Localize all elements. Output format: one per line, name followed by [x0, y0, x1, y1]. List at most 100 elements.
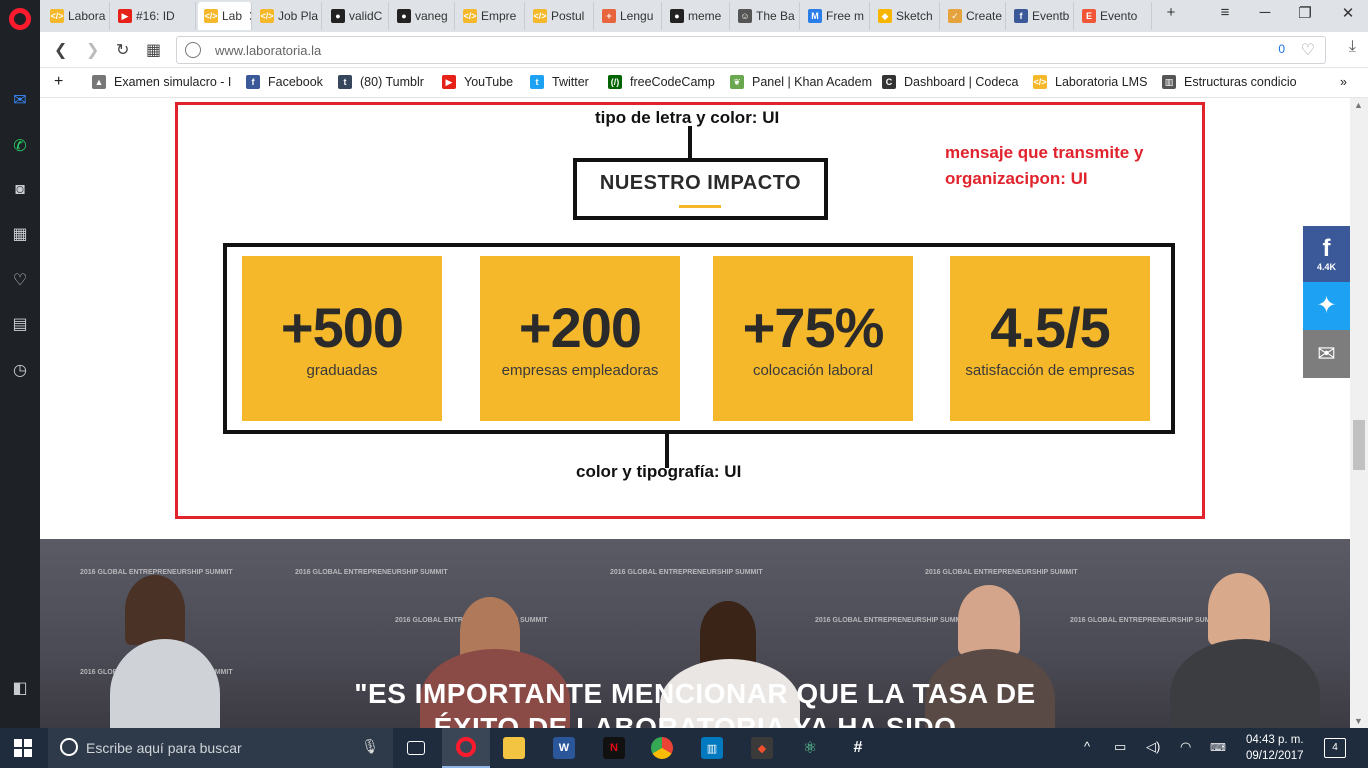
whatsapp-icon[interactable]: ✆: [8, 134, 32, 158]
summit-badge: 2016 GLOBAL ENTREPRENEURSHIP SUMMIT: [1070, 617, 1223, 624]
bookmark-item[interactable]: (/) freeCodeCamp: [608, 75, 715, 89]
url-text[interactable]: www.laboratoria.la: [215, 43, 321, 58]
bookmark-item[interactable]: t (80) Tumblr: [338, 75, 424, 89]
taskbar-search-box[interactable]: Escribe aquí para buscar 🎙: [48, 728, 393, 768]
bookmark-heart-icon[interactable]: ♡: [1301, 40, 1315, 60]
tab-menu-icon[interactable]: ≡: [1210, 4, 1240, 21]
tab-label: Lengu: [620, 9, 654, 23]
stat-card: 4.5/5 satisfacción de empresas: [950, 256, 1150, 421]
news-icon[interactable]: ▤: [8, 312, 32, 336]
back-icon[interactable]: ❮: [54, 40, 67, 60]
browser-tab[interactable]: ✓ Create: [942, 2, 1006, 30]
task-view-icon[interactable]: [392, 728, 440, 768]
browser-tab[interactable]: ☺ The Ba: [732, 2, 800, 30]
twitter-share-button[interactable]: ✦: [1303, 282, 1350, 330]
opera-logo-icon[interactable]: [9, 8, 31, 30]
browser-tab[interactable]: </> Labora: [44, 2, 110, 30]
messenger-icon[interactable]: ✉: [8, 88, 32, 112]
slack-icon[interactable]: #: [834, 728, 882, 768]
browser-tab[interactable]: </> Empre: [457, 2, 525, 30]
browser-tab[interactable]: E Evento: [1076, 2, 1152, 30]
camera-icon[interactable]: ◙: [8, 178, 32, 202]
sidebar-toggle-icon[interactable]: ◧: [8, 676, 32, 700]
minimize-button[interactable]: ─: [1250, 4, 1280, 21]
scrollbar-thumb[interactable]: [1353, 420, 1365, 470]
person-head: [958, 585, 1020, 655]
bookmark-item[interactable]: C Dashboard | Codeca: [882, 75, 1018, 89]
history-icon[interactable]: ◷: [8, 358, 32, 382]
page-content: tipo de letra y color: UI mensaje que tr…: [40, 98, 1350, 728]
email-share-button[interactable]: ✉: [1303, 330, 1350, 378]
hero-quote: "ES IMPORTANTE MENCIONAR QUE LA TASA DE …: [40, 677, 1350, 728]
git-icon[interactable]: ◆: [738, 728, 786, 768]
annotation-top: tipo de letra y color: UI: [595, 108, 780, 127]
tray-expand-icon[interactable]: ^: [1084, 739, 1090, 754]
stat-value: +75%: [742, 296, 885, 359]
browser-tab[interactable]: + Lengu: [596, 2, 662, 30]
keyboard-icon[interactable]: ⌨: [1210, 741, 1226, 754]
bookmark-item[interactable]: ▲ Examen simulacro - I: [92, 75, 231, 89]
word-icon[interactable]: W: [540, 728, 588, 768]
add-bookmark-icon[interactable]: +: [54, 73, 63, 91]
wifi-icon[interactable]: ◠: [1180, 739, 1191, 755]
address-bar[interactable]: www.laboratoria.la 0 ♡: [176, 36, 1326, 64]
scroll-down-icon[interactable]: ▼: [1354, 716, 1363, 726]
close-tab-icon[interactable]: ✕: [248, 8, 251, 25]
forward-icon[interactable]: ❯: [86, 40, 99, 60]
stat-card: +75% colocación laboral: [713, 256, 913, 421]
browser-tab[interactable]: ● meme: [664, 2, 730, 30]
browser-tab[interactable]: </> Postul: [527, 2, 594, 30]
atom-icon[interactable]: ⚛: [786, 728, 834, 768]
browser-tab[interactable]: </> Job Pla: [254, 2, 322, 30]
battery-icon[interactable]: ▭: [1114, 739, 1126, 755]
title-underline: [679, 205, 721, 208]
hero-photo: 2016 GLOBAL ENTREPRENEURSHIP SUMMIT 2016…: [40, 539, 1350, 728]
bookmark-item[interactable]: f Facebook: [246, 75, 323, 89]
chrome-icon[interactable]: [638, 728, 686, 768]
browser-tab[interactable]: </> Lab ✕: [198, 2, 252, 30]
bookmark-item[interactable]: t Twitter: [530, 75, 589, 89]
tab-favicon-icon: +: [602, 9, 616, 23]
tab-label: Postul: [551, 9, 585, 23]
microphone-icon[interactable]: 🎙: [361, 738, 379, 755]
tab-label: meme: [688, 9, 722, 23]
bookmark-favicon-icon: t: [338, 75, 352, 89]
trello-icon[interactable]: ▥: [688, 728, 736, 768]
new-tab-button[interactable]: +: [1156, 4, 1186, 21]
bookmark-label: YouTube: [464, 75, 514, 89]
tab-label: Eventb: [1032, 9, 1070, 23]
browser-tab[interactable]: ▶ #16: ID: [112, 2, 196, 30]
close-window-button[interactable]: ✕: [1333, 4, 1363, 22]
browser-tab[interactable]: ● validC: [325, 2, 389, 30]
opera-taskbar-icon[interactable]: [442, 728, 490, 768]
browser-tab[interactable]: ◆ Sketch: [872, 2, 940, 30]
bookmark-item[interactable]: ▶ YouTube: [442, 75, 513, 89]
browser-tab[interactable]: f Eventb: [1008, 2, 1074, 30]
bookmark-item[interactable]: ❦ Panel | Khan Academ: [730, 75, 872, 89]
reload-icon[interactable]: ↻: [116, 40, 129, 60]
browser-tab[interactable]: M Free m: [802, 2, 870, 30]
ad-block-count[interactable]: 0: [1278, 42, 1285, 56]
download-icon[interactable]: ⤓: [1349, 38, 1356, 56]
page-scrollbar[interactable]: ▲ ▼: [1350, 98, 1368, 728]
more-bookmarks-icon[interactable]: »: [1340, 75, 1347, 89]
bookmark-item[interactable]: </> Laboratoria LMS: [1033, 75, 1147, 89]
notification-center-icon[interactable]: 4: [1324, 738, 1346, 758]
speed-dial-icon[interactable]: ▦: [146, 40, 161, 60]
speed-dial-icon[interactable]: ▦: [8, 222, 32, 246]
taskbar-clock[interactable]: 04:43 p. m. 09/12/2017: [1246, 732, 1304, 764]
file-explorer-icon[interactable]: [490, 728, 538, 768]
bookmark-label: Twitter: [552, 75, 589, 89]
bookmark-item[interactable]: ▥ Estructuras condicio: [1162, 75, 1297, 89]
heart-icon[interactable]: ♡: [8, 268, 32, 292]
browser-tab[interactable]: ● vaneg: [391, 2, 455, 30]
scroll-up-icon[interactable]: ▲: [1354, 100, 1363, 110]
facebook-share-button[interactable]: f 4.4K: [1303, 226, 1350, 282]
maximize-button[interactable]: ❐: [1290, 4, 1320, 22]
impact-title: NUESTRO IMPACTO: [599, 172, 802, 194]
windows-start-icon[interactable]: [14, 739, 32, 757]
volume-icon[interactable]: ◁): [1146, 739, 1160, 755]
search-placeholder: Escribe aquí para buscar: [86, 740, 242, 756]
netflix-icon[interactable]: N: [590, 728, 638, 768]
stat-label: satisfacción de empresas: [965, 362, 1135, 379]
